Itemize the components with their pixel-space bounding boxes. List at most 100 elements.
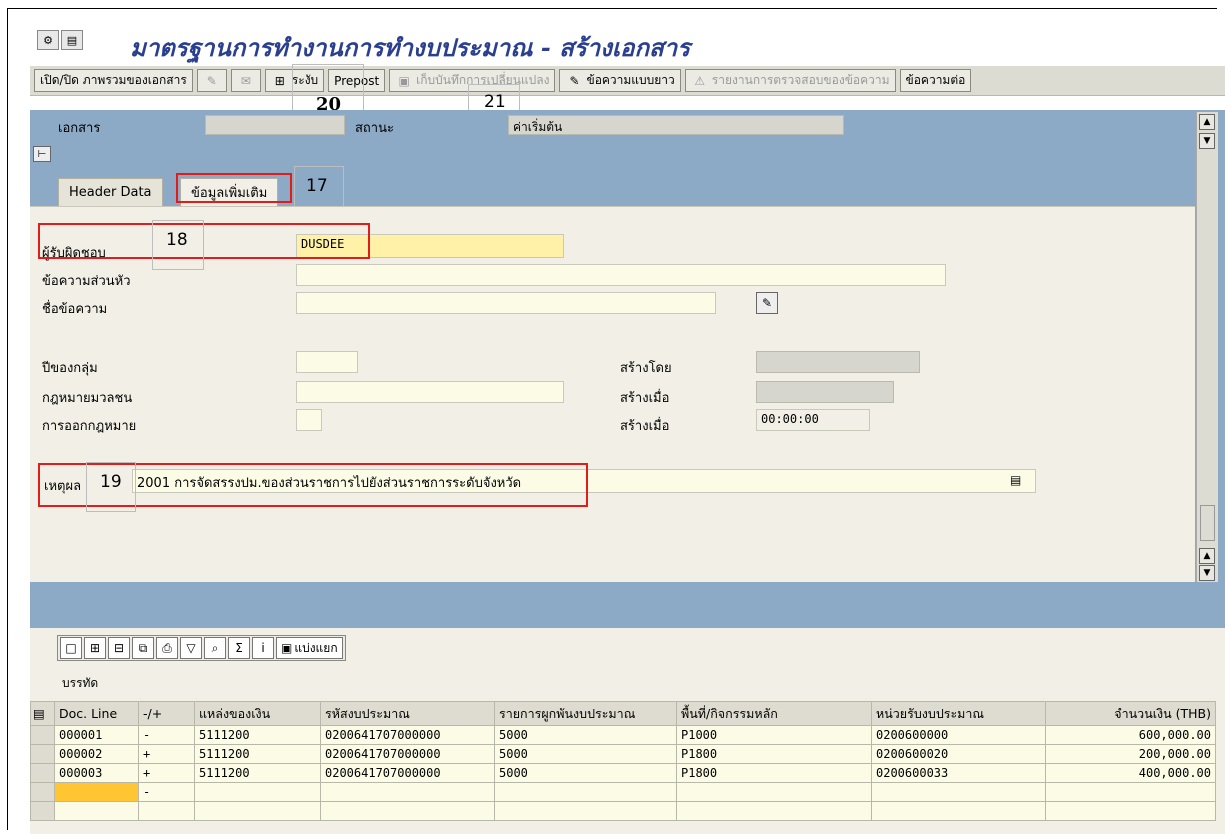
column-header[interactable]: รหัสงบประมาณ — [320, 701, 495, 726]
long-text-button[interactable]: ✎ ข้อความแบบยาว — [559, 69, 681, 92]
tab-header-data[interactable]: Header Data — [58, 178, 163, 206]
toggle-overview-button[interactable]: เปิด/ปิด ภาพรวมของเอกสาร — [34, 69, 193, 92]
cell[interactable]: 0200641707000000 — [320, 725, 495, 745]
cell[interactable] — [54, 801, 139, 821]
cell[interactable] — [494, 782, 677, 802]
cell[interactable]: 5000 — [494, 744, 677, 764]
cell[interactable]: 000002 — [54, 744, 139, 764]
text-name-input[interactable] — [296, 292, 716, 314]
tab-header-data-label: Header Data — [69, 185, 152, 200]
cell[interactable] — [194, 801, 321, 821]
find-icon[interactable]: ⌕ — [204, 637, 226, 659]
post-button[interactable]: ✉ — [230, 69, 261, 92]
split-button[interactable]: ▣ แบ่งแยก — [276, 637, 343, 659]
cell[interactable] — [1045, 801, 1216, 821]
row-selector[interactable] — [30, 782, 55, 802]
cell[interactable] — [871, 782, 1046, 802]
table-row[interactable]: - — [30, 782, 1216, 802]
cell[interactable]: 0200641707000000 — [320, 744, 495, 764]
expand-icon[interactable]: ⊢ — [33, 146, 51, 162]
cell[interactable]: - — [138, 725, 195, 745]
row-selector[interactable] — [30, 801, 55, 821]
info-icon[interactable]: i — [252, 637, 274, 659]
cell[interactable]: 000003 — [54, 763, 139, 783]
cell[interactable]: 0200600033 — [871, 763, 1046, 783]
cell[interactable] — [194, 782, 321, 802]
cell[interactable]: 0200641707000000 — [320, 763, 495, 783]
scroll-down-icon[interactable]: ▼ — [1199, 133, 1215, 149]
cell[interactable]: 5000 — [494, 763, 677, 783]
check-button[interactable]: ✎ — [196, 69, 227, 92]
sum-icon[interactable]: Σ — [228, 637, 250, 659]
cell[interactable] — [320, 782, 495, 802]
cell[interactable]: 5000 — [494, 725, 677, 745]
cell[interactable]: 5111200 — [194, 725, 321, 745]
cell[interactable] — [320, 801, 495, 821]
column-header[interactable]: พื้นที่/กิจกรรมหลัก — [676, 701, 872, 726]
value-help-icon[interactable]: ▤ — [1010, 473, 1021, 487]
cell[interactable]: + — [138, 763, 195, 783]
messages-button[interactable]: ข้อความต่อ — [899, 69, 972, 92]
select-all-icon[interactable]: ▤ — [30, 701, 55, 726]
filter-icon[interactable]: ▽ — [180, 637, 202, 659]
cell[interactable] — [1045, 782, 1216, 802]
status-label: สถานะ — [355, 121, 394, 136]
cell[interactable]: 400,000.00 — [1045, 763, 1216, 783]
group-year-input[interactable] — [296, 351, 358, 373]
separator-strip — [30, 590, 1225, 628]
scroll-thumb[interactable] — [1200, 505, 1215, 541]
system-menu-icon[interactable]: ⚙ — [37, 30, 59, 50]
cell[interactable] — [494, 801, 677, 821]
cell[interactable]: 0200600000 — [871, 725, 1046, 745]
column-header[interactable]: รายการผูกพันงบประมาณ — [494, 701, 677, 726]
header-text-label: ข้อความส่วนหัว — [42, 274, 131, 289]
scroll-down-icon[interactable]: ▼ — [1199, 565, 1215, 581]
delete-row-icon[interactable]: ⊟ — [108, 637, 130, 659]
column-header[interactable]: -/+ — [138, 701, 195, 726]
table-row[interactable] — [30, 801, 1216, 821]
scroll-up-icon[interactable]: ▲ — [1199, 114, 1215, 130]
cell[interactable] — [676, 801, 872, 821]
table-row[interactable]: 000002 + 5111200 0200641707000000 5000 P… — [30, 744, 1216, 764]
cell[interactable]: P1800 — [676, 744, 872, 764]
row-selector[interactable] — [30, 744, 55, 764]
column-header[interactable]: จำนวนเงิน (THB) — [1045, 701, 1216, 726]
cell[interactable] — [54, 782, 139, 802]
table-row[interactable]: 000001 - 5111200 0200641707000000 5000 P… — [30, 725, 1216, 745]
cell[interactable]: 600,000.00 — [1045, 725, 1216, 745]
cell[interactable]: 5111200 — [194, 763, 321, 783]
print-icon[interactable]: ⎙ — [156, 637, 178, 659]
insert-row-icon[interactable]: ⊞ — [84, 637, 106, 659]
cell[interactable]: P1000 — [676, 725, 872, 745]
cell[interactable]: P1800 — [676, 763, 872, 783]
public-law-input[interactable] — [296, 381, 564, 403]
row-selector[interactable] — [30, 763, 55, 783]
header-text-input[interactable] — [296, 264, 946, 286]
cell[interactable]: 0200600020 — [871, 744, 1046, 764]
check-icon: ✎ — [206, 73, 217, 88]
created-by-label: สร้างโดย — [620, 361, 672, 376]
application-toolbar: เปิด/ปิด ภาพรวมของเอกสาร ✎ ✉ ⊞ ระงับ Prep… — [30, 66, 1225, 96]
cell[interactable]: 000001 — [54, 725, 139, 745]
scroll-up-icon[interactable]: ▲ — [1199, 548, 1215, 564]
annotation-number-18: 18 — [166, 230, 188, 250]
table-row[interactable]: 000003 + 5111200 0200641707000000 5000 P… — [30, 763, 1216, 783]
message-report-label: รายงานการตรวจสอบของข้อความ — [711, 73, 890, 87]
column-header[interactable]: หน่วยรับงบประมาณ — [871, 701, 1046, 726]
law-issue-input[interactable] — [296, 409, 322, 431]
row-selector[interactable] — [30, 725, 55, 745]
cell[interactable]: - — [138, 782, 195, 802]
column-header[interactable]: แหล่งของเงิน — [194, 701, 321, 726]
copy-row-icon[interactable]: ⧉ — [132, 637, 154, 659]
new-row-icon[interactable]: □ — [60, 637, 82, 659]
cell[interactable]: + — [138, 744, 195, 764]
column-header[interactable]: Doc. Line — [54, 701, 139, 726]
edit-text-icon[interactable]: ✎ — [756, 292, 778, 314]
message-report-button[interactable]: ⚠ รายงานการตรวจสอบของข้อความ — [684, 69, 896, 92]
cell[interactable] — [676, 782, 872, 802]
document-icon[interactable]: ▤ — [61, 30, 83, 50]
cell[interactable]: 200,000.00 — [1045, 744, 1216, 764]
cell[interactable]: 5111200 — [194, 744, 321, 764]
cell[interactable] — [871, 801, 1046, 821]
cell[interactable] — [138, 801, 195, 821]
